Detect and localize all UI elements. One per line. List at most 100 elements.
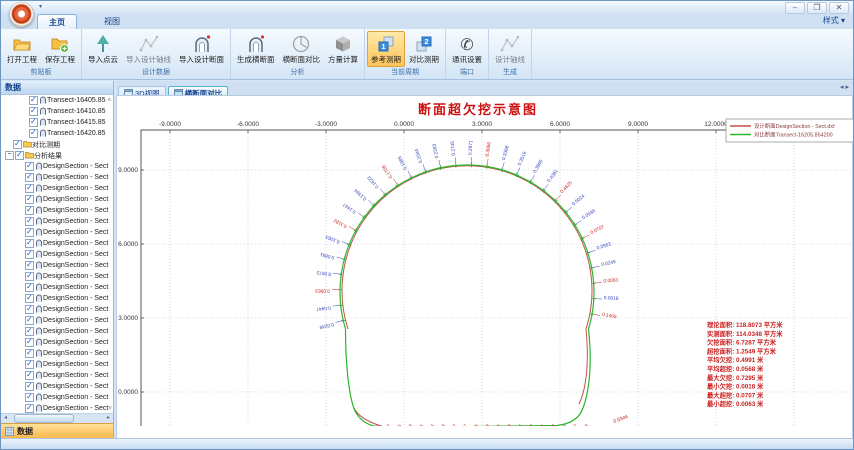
checkbox-checked[interactable] xyxy=(15,151,24,160)
tab-nav-arrows-icon[interactable]: ◂▸ xyxy=(840,83,851,91)
tree-item-transect[interactable]: Transect-16405.85˄ xyxy=(1,95,113,106)
checkbox-checked[interactable] xyxy=(25,261,34,270)
tree-item-label: DesignSection - Sect xyxy=(43,306,108,313)
ribbon-tab-home[interactable]: 主页 xyxy=(37,14,77,29)
floor-offset-markers: 0.12450.08320.14160.20530.18710.22640.16… xyxy=(369,414,630,426)
ribbon-button-layer1[interactable]: 1参考测期 xyxy=(367,31,405,67)
tree-item-design-section[interactable]: DesignSection - Sect xyxy=(1,326,113,337)
checkbox-checked[interactable] xyxy=(29,107,38,116)
ribbon-tab-row: 主页 视图 样式 ▾ xyxy=(1,14,853,30)
tree-item-design-section[interactable]: DesignSection - Sect xyxy=(1,205,113,216)
horizontal-scrollbar[interactable]: ◂ ▸ xyxy=(1,413,113,423)
checkbox-checked[interactable] xyxy=(25,272,34,281)
tree-item-design-section[interactable]: DesignSection - Sect xyxy=(1,304,113,315)
tree-item-design-section[interactable]: DesignSection - Sect xyxy=(1,381,113,392)
tree-item-design-section[interactable]: DesignSection - Sect xyxy=(1,249,113,260)
legend-label: 对比断面Transect-16205.854200 xyxy=(754,131,833,139)
tree-item-design-section[interactable]: DesignSection - Sect xyxy=(1,315,113,326)
checkbox-checked[interactable] xyxy=(25,228,34,237)
ribbon-button-save-folder[interactable]: 保存工程 xyxy=(41,31,79,67)
tree-item-design-section[interactable]: DesignSection - Sect xyxy=(1,227,113,238)
checkbox-checked[interactable] xyxy=(25,371,34,380)
checkbox-checked[interactable] xyxy=(25,195,34,204)
tree-item-label: DesignSection - Sect xyxy=(43,196,108,203)
scrollbar-thumb[interactable] xyxy=(14,414,74,423)
close-button[interactable]: ✕ xyxy=(829,2,849,14)
offset-value-label: 0.1985 xyxy=(397,155,409,171)
scroll-hint-icon[interactable]: ˅ xyxy=(108,406,113,412)
checkbox-checked[interactable] xyxy=(25,382,34,391)
tree-item-label: DesignSection - Sect xyxy=(43,328,108,335)
tree-item-design-section[interactable]: DesignSection - Sect xyxy=(1,172,113,183)
ribbon-button-polyline[interactable]: 导入设计轴线 xyxy=(122,31,175,67)
app-logo-icon[interactable] xyxy=(9,2,34,27)
ribbon-button-phone[interactable]: ✆通讯设置 xyxy=(448,31,486,67)
checkbox-checked[interactable] xyxy=(29,96,38,105)
tree-item-design-section[interactable]: DesignSection - Sect xyxy=(1,337,113,348)
ribbon-group-4: ✆通讯设置端口 xyxy=(446,29,489,79)
tree-folder-compare[interactable]: 对比测期 xyxy=(1,139,113,150)
tree-item-transect[interactable]: Transect-16420.85 xyxy=(1,128,113,139)
tree-item-design-section[interactable]: DesignSection - Sect xyxy=(1,216,113,227)
checkbox-checked[interactable] xyxy=(29,129,38,138)
tree-item-label: DesignSection - Sect xyxy=(43,218,108,225)
checkbox-checked[interactable] xyxy=(25,239,34,248)
tree-item-design-section[interactable]: DesignSection - Sect xyxy=(1,282,113,293)
checkbox-checked[interactable] xyxy=(29,118,38,127)
checkbox-checked[interactable] xyxy=(25,327,34,336)
checkbox-checked[interactable] xyxy=(25,283,34,292)
minimize-button[interactable]: – xyxy=(785,2,805,14)
checkbox-checked[interactable] xyxy=(25,250,34,259)
tree-item-design-section[interactable]: DesignSection - Sect xyxy=(1,392,113,403)
checkbox-checked[interactable] xyxy=(13,140,22,149)
checkbox-checked[interactable] xyxy=(25,360,34,369)
data-dock-tab[interactable]: 数据 xyxy=(1,423,113,439)
tree-item-design-section[interactable]: DesignSection - Sect xyxy=(1,293,113,304)
ribbon-button-open-folder[interactable]: 打开工程 xyxy=(3,31,41,67)
tree-item-transect[interactable]: Transect-16410.85 xyxy=(1,106,113,117)
quick-access-arrow-icon[interactable]: ▾ xyxy=(39,3,42,10)
ribbon-button-layer2[interactable]: 2对比测期 xyxy=(405,31,443,67)
scroll-right-icon[interactable]: ▸ xyxy=(104,414,113,423)
checkbox-checked[interactable] xyxy=(25,316,34,325)
ribbon-button-cube[interactable]: 方量计算 xyxy=(324,31,362,67)
tree-item-design-section[interactable]: DesignSection - Sect xyxy=(1,194,113,205)
data-panel-caption[interactable]: 数据 xyxy=(1,81,113,95)
checkbox-checked[interactable] xyxy=(25,173,34,182)
checkbox-checked[interactable] xyxy=(25,349,34,358)
checkbox-checked[interactable] xyxy=(25,184,34,193)
tree-item-design-section[interactable]: DesignSection - Sect xyxy=(1,359,113,370)
section-icon xyxy=(35,206,43,214)
ribbon-tab-view[interactable]: 视图 xyxy=(93,14,131,28)
ribbon-button-tunnel[interactable]: 生成横断面 xyxy=(233,31,279,67)
tree-item-design-section[interactable]: DesignSection - Sect xyxy=(1,370,113,381)
tree-item-design-section[interactable]: DesignSection - Sect xyxy=(1,183,113,194)
checkbox-checked[interactable] xyxy=(25,404,34,413)
tree-item-design-section[interactable]: DesignSection - Sect xyxy=(1,271,113,282)
scroll-left-icon[interactable]: ◂ xyxy=(1,414,10,423)
scroll-hint-icon[interactable]: ˄ xyxy=(107,98,113,104)
checkbox-checked[interactable] xyxy=(25,217,34,226)
offset-value-label: 0.1063 xyxy=(325,233,341,244)
checkbox-checked[interactable] xyxy=(25,338,34,347)
tree-item-design-section[interactable]: DesignSection - Sect xyxy=(1,161,113,172)
tree-item-design-section[interactable]: DesignSection - Sect xyxy=(1,238,113,249)
style-selector[interactable]: 样式 ▾ xyxy=(823,15,845,26)
ribbon-button-point-cloud[interactable]: 导入点云 xyxy=(84,31,122,67)
offset-value-label: 0.0936 xyxy=(581,208,597,221)
ribbon-button-tunnel[interactable]: 导入设计断面 xyxy=(175,31,228,67)
maximize-button[interactable]: ❐ xyxy=(807,2,827,14)
tree-item-design-section[interactable]: DesignSection - Sect˅ xyxy=(1,403,113,413)
tree-item-design-section[interactable]: DesignSection - Sect xyxy=(1,260,113,271)
checkbox-checked[interactable] xyxy=(25,294,34,303)
ribbon-button-polyline[interactable]: 设计轴线 xyxy=(491,31,529,67)
tree-folder-results[interactable]: −分析结果 xyxy=(1,150,113,161)
checkbox-checked[interactable] xyxy=(25,393,34,402)
collapse-icon[interactable]: − xyxy=(5,151,14,160)
tree-item-design-section[interactable]: DesignSection - Sect xyxy=(1,348,113,359)
ribbon-button-compass[interactable]: 横断面对比 xyxy=(279,31,325,67)
tree-item-transect[interactable]: Transect-16415.85 xyxy=(1,117,113,128)
checkbox-checked[interactable] xyxy=(25,305,34,314)
checkbox-checked[interactable] xyxy=(25,162,34,171)
checkbox-checked[interactable] xyxy=(25,206,34,215)
